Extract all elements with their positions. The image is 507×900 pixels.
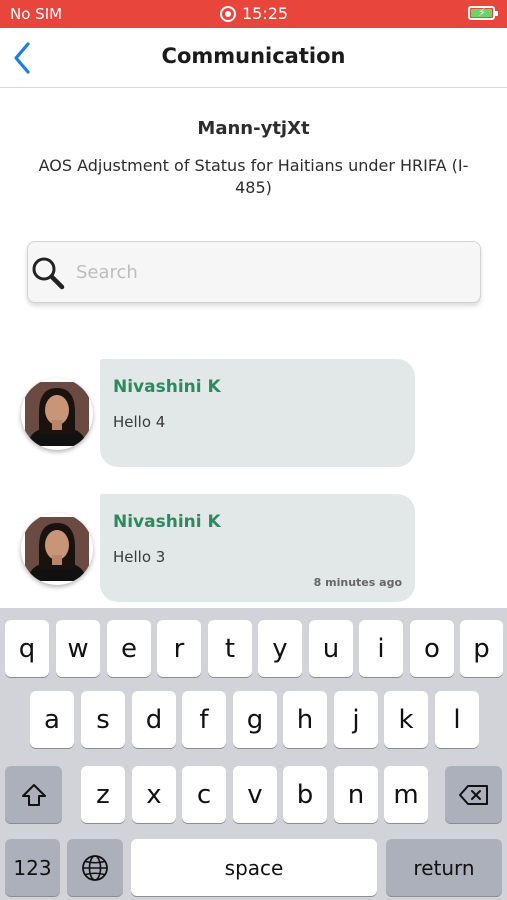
message-bubble: Nivashini K Hello 3 8 minutes ago bbox=[100, 494, 415, 602]
key-u[interactable]: u bbox=[309, 620, 353, 677]
case-description: AOS Adjustment of Status for Haitians un… bbox=[38, 156, 469, 197]
key-f[interactable]: f bbox=[182, 691, 226, 748]
key-e[interactable]: e bbox=[107, 620, 151, 677]
carrier-label: No SIM bbox=[10, 5, 63, 23]
key-r[interactable]: r bbox=[157, 620, 201, 677]
key-p[interactable]: p bbox=[460, 620, 503, 677]
key-g[interactable]: g bbox=[233, 691, 277, 748]
key-n[interactable]: n bbox=[334, 766, 378, 823]
key-q[interactable]: q bbox=[5, 620, 49, 677]
avatar bbox=[21, 378, 93, 450]
sender-name: Nivashini K bbox=[113, 512, 221, 532]
numbers-key[interactable]: 123 bbox=[5, 839, 60, 896]
message-item[interactable]: Nivashini K Hello 4 bbox=[0, 359, 507, 469]
status-bar: No SIM 15:25 ⚡ bbox=[0, 0, 507, 28]
nav-header: Communication bbox=[0, 28, 507, 88]
key-d[interactable]: d bbox=[132, 691, 176, 748]
screen: No SIM 15:25 ⚡ Communication Mann-ytjXt … bbox=[0, 0, 507, 900]
status-center: 15:25 bbox=[220, 4, 288, 23]
case-name: Mann-ytjXt bbox=[197, 118, 310, 139]
page-title: Communication bbox=[161, 44, 346, 68]
message-item[interactable]: Nivashini K Hello 3 8 minutes ago bbox=[0, 494, 507, 604]
key-t[interactable]: t bbox=[208, 620, 252, 677]
sender-name: Nivashini K bbox=[113, 377, 221, 397]
message-timestamp: 8 minutes ago bbox=[313, 576, 402, 589]
key-o[interactable]: o bbox=[410, 620, 454, 677]
globe-key[interactable] bbox=[67, 839, 123, 896]
shift-key[interactable] bbox=[5, 766, 62, 823]
search-box[interactable] bbox=[27, 241, 481, 303]
key-j[interactable]: j bbox=[334, 691, 378, 748]
key-y[interactable]: y bbox=[258, 620, 302, 677]
key-k[interactable]: k bbox=[384, 691, 428, 748]
key-m[interactable]: m bbox=[384, 766, 428, 823]
key-w[interactable]: w bbox=[56, 620, 100, 677]
key-c[interactable]: c bbox=[182, 766, 226, 823]
key-x[interactable]: x bbox=[132, 766, 176, 823]
key-v[interactable]: v bbox=[233, 766, 277, 823]
message-text: Hello 4 bbox=[113, 413, 166, 431]
status-time: 15:25 bbox=[242, 4, 289, 23]
keyboard: q w e r t y u i o p a s d f g h j k l z … bbox=[0, 608, 507, 900]
key-a[interactable]: a bbox=[30, 691, 74, 748]
shift-icon bbox=[21, 783, 46, 806]
message-text: Hello 3 bbox=[113, 548, 166, 566]
key-b[interactable]: b bbox=[283, 766, 327, 823]
avatar bbox=[21, 513, 93, 585]
delete-key[interactable] bbox=[445, 766, 502, 823]
record-icon bbox=[220, 5, 236, 22]
key-i[interactable]: i bbox=[359, 620, 403, 677]
key-l[interactable]: l bbox=[435, 691, 479, 748]
search-input[interactable] bbox=[76, 254, 466, 290]
return-key[interactable]: return bbox=[386, 839, 502, 896]
key-h[interactable]: h bbox=[283, 691, 327, 748]
key-z[interactable]: z bbox=[81, 766, 125, 823]
message-bubble: Nivashini K Hello 4 bbox=[100, 359, 415, 467]
search-icon bbox=[32, 257, 65, 290]
battery-icon: ⚡ bbox=[468, 6, 498, 20]
backspace-icon bbox=[458, 784, 488, 805]
key-s[interactable]: s bbox=[81, 691, 125, 748]
space-key[interactable]: space bbox=[131, 839, 377, 896]
globe-icon bbox=[82, 854, 108, 881]
